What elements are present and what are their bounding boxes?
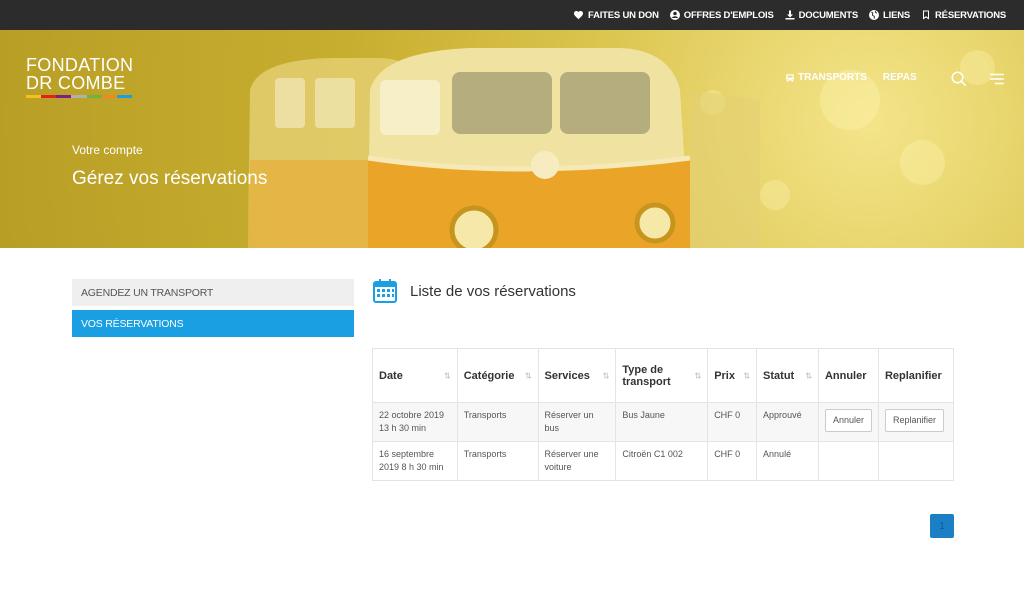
logo-line1: FONDATION bbox=[26, 55, 134, 75]
table-row: 22 octobre 2019 13 h 30 min Transports R… bbox=[372, 402, 955, 442]
sidebar-item-reservations[interactable]: VOS RÉSERVATIONS bbox=[72, 310, 354, 337]
sidebar-item-label: VOS RÉSERVATIONS bbox=[81, 317, 184, 330]
top-bar: FAITES UN DON OFFRES D'EMPLOIS DOCUMENTS… bbox=[0, 0, 1024, 30]
heart-icon bbox=[574, 11, 583, 20]
nav-repas[interactable]: REPAS bbox=[883, 72, 917, 83]
logo[interactable]: FONDATION DR COMBE bbox=[26, 56, 133, 98]
globe-icon bbox=[869, 10, 880, 20]
bus-illustration bbox=[248, 48, 760, 248]
cell-status: Approuvé bbox=[756, 402, 819, 442]
bookmark-icon bbox=[923, 10, 930, 20]
table-row: 16 septembre 2019 8 h 30 min Transports … bbox=[372, 441, 955, 481]
cell-type: Citroën C1 002 bbox=[615, 441, 709, 481]
reservations-label: RÉSERVATIONS bbox=[935, 9, 1006, 21]
cell-date: 16 septembre 2019 8 h 30 min bbox=[372, 441, 458, 481]
donate-label: FAITES UN DON bbox=[588, 9, 659, 21]
col-date[interactable]: Date ⇅ bbox=[372, 348, 458, 403]
sort-icon: ⇅ bbox=[694, 371, 702, 380]
user-circle-icon bbox=[669, 10, 680, 20]
nav-transports-label: TRANSPORTS bbox=[798, 72, 867, 83]
reservations-table: Date ⇅ Catégorie ⇅ Services ⇅ Type de trans… bbox=[372, 348, 955, 481]
bus-icon bbox=[786, 73, 794, 82]
hero-subtitle: Votre compte bbox=[72, 143, 143, 157]
section-title: Liste de vos réservations bbox=[410, 282, 576, 300]
sort-icon: ⇅ bbox=[602, 371, 610, 380]
cell-service: Réserver un bus bbox=[537, 402, 617, 442]
col-status[interactable]: Statut ⇅ bbox=[756, 348, 819, 403]
sort-icon: ⇅ bbox=[524, 371, 532, 380]
cell-status: Annulé bbox=[756, 441, 819, 481]
cell-price: CHF 0 bbox=[707, 441, 758, 481]
col-price[interactable]: Prix ⇅ bbox=[707, 348, 758, 403]
sidebar-item-label: AGENDEZ UN TRANSPORT bbox=[81, 286, 214, 299]
documents-label: DOCUMENTS bbox=[798, 9, 859, 21]
section-header: Liste de vos réservations bbox=[372, 278, 576, 304]
cell-cancel: Annuler bbox=[817, 402, 879, 442]
nav-repas-label: REPAS bbox=[882, 72, 917, 83]
logo-color-bar bbox=[26, 95, 132, 98]
cell-price: CHF 0 bbox=[707, 402, 758, 442]
main-nav: TRANSPORTS REPAS bbox=[785, 72, 917, 83]
hero-banner: FONDATION DR COMBE TRANSPORTS REPAS Votr… bbox=[0, 30, 1024, 248]
calendar-icon bbox=[373, 279, 397, 303]
nav-transports[interactable]: TRANSPORTS bbox=[785, 72, 867, 83]
reschedule-button[interactable]: Replanifier bbox=[884, 409, 944, 432]
donate-link[interactable]: FAITES UN DON bbox=[573, 9, 659, 21]
sort-icon: ⇅ bbox=[743, 371, 751, 380]
links-link[interactable]: LIENS bbox=[868, 9, 910, 21]
cell-cancel bbox=[817, 441, 879, 481]
search-icon[interactable] bbox=[950, 70, 968, 88]
top-nav: FAITES UN DON OFFRES D'EMPLOIS DOCUMENTS… bbox=[573, 0, 1006, 30]
documents-link[interactable]: DOCUMENTS bbox=[784, 9, 858, 21]
col-transport-type[interactable]: Type de transport ⇅ bbox=[615, 348, 709, 403]
page-title: Gérez vos réservations bbox=[72, 168, 268, 189]
col-reschedule: Replanifier bbox=[877, 348, 955, 403]
download-icon bbox=[785, 10, 795, 20]
sort-icon: ⇅ bbox=[444, 371, 451, 380]
sidebar-item-book-transport[interactable]: AGENDEZ UN TRANSPORT bbox=[72, 279, 354, 306]
cell-date: 22 octobre 2019 13 h 30 min bbox=[372, 402, 458, 442]
table-header-row: Date ⇅ Catégorie ⇅ Services ⇅ Type de trans… bbox=[372, 348, 955, 403]
jobs-link[interactable]: OFFRES D'EMPLOIS bbox=[669, 9, 774, 21]
cell-reschedule bbox=[877, 441, 955, 481]
cell-reschedule: Replanifier bbox=[877, 402, 955, 442]
links-label: LIENS bbox=[883, 9, 911, 21]
cell-service: Réserver une voiture bbox=[537, 441, 617, 481]
cell-type: Bus Jaune bbox=[615, 402, 709, 442]
col-services[interactable]: Services ⇅ bbox=[537, 348, 617, 403]
hero-icons bbox=[950, 70, 1006, 88]
cell-category: Transports bbox=[456, 402, 539, 442]
logo-line2: DR COMBE bbox=[26, 73, 126, 93]
reservations-link[interactable]: RÉSERVATIONS bbox=[920, 9, 1006, 21]
col-cancel: Annuler bbox=[817, 348, 879, 403]
sort-icon: ⇅ bbox=[805, 371, 812, 380]
jobs-label: OFFRES D'EMPLOIS bbox=[683, 9, 774, 21]
cell-category: Transports bbox=[456, 441, 539, 481]
pagination-page-1[interactable]: 1 bbox=[930, 514, 954, 538]
menu-icon[interactable] bbox=[988, 70, 1006, 88]
col-category[interactable]: Catégorie ⇅ bbox=[456, 348, 539, 403]
cancel-button[interactable]: Annuler bbox=[824, 409, 872, 432]
